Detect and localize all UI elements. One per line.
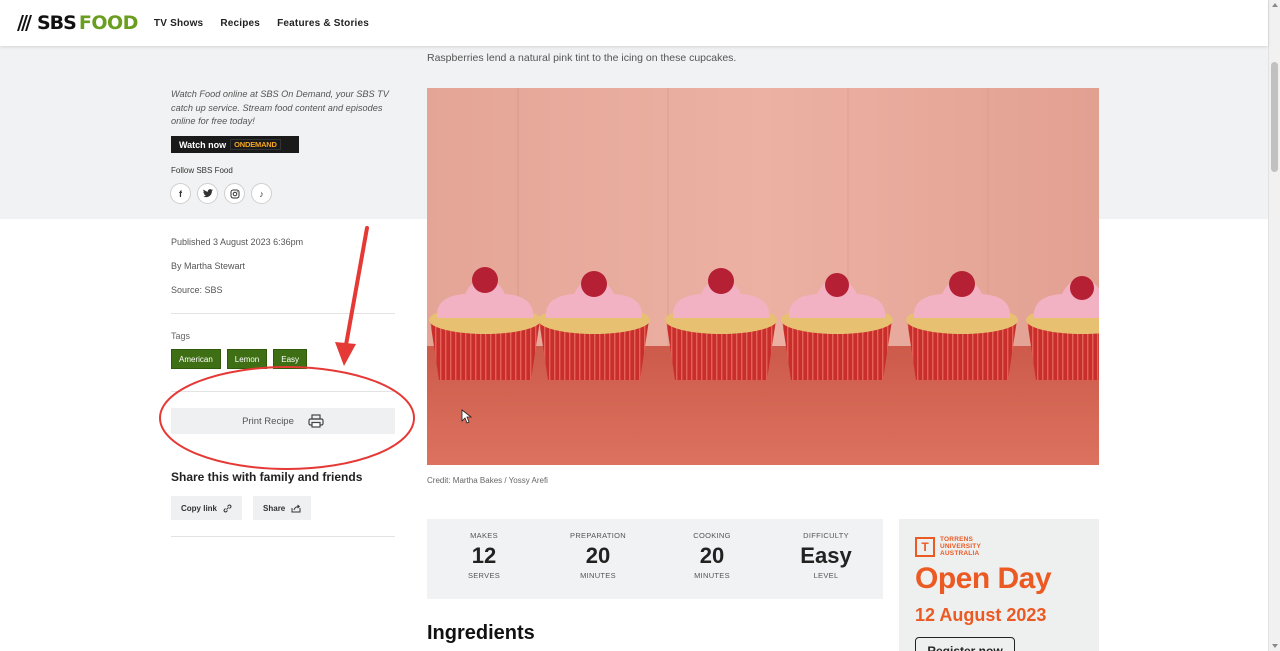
tag-lemon[interactable]: Lemon <box>226 349 268 369</box>
stat-preparation: PREPARATION 20 MINUTES <box>541 519 655 599</box>
scroll-up-arrow-icon[interactable] <box>1272 3 1278 7</box>
site-header: SBS FOOD TV Shows Recipes Features & Sto… <box>0 0 1268 46</box>
torrens-mark-icon: T <box>915 536 935 557</box>
cupcakes-photo <box>427 88 1099 465</box>
sbs-mercator-icon <box>17 15 32 31</box>
divider <box>171 313 395 314</box>
instagram-icon[interactable] <box>224 183 245 204</box>
share-icon <box>291 504 301 512</box>
copy-link-label: Copy link <box>181 503 218 513</box>
stat-value: Easy <box>800 543 852 568</box>
tiktok-icon[interactable]: ♪ <box>251 183 272 204</box>
stat-unit: SERVES <box>467 571 501 580</box>
scroll-thumb[interactable] <box>1271 62 1278 172</box>
ondemand-badge: ONDEMAND <box>230 139 281 150</box>
stat-label: COOKING <box>693 531 731 540</box>
page-scrollbar[interactable] <box>1268 0 1280 651</box>
logo-sbs-text: SBS <box>37 12 77 34</box>
register-now-button[interactable]: Register now <box>915 637 1015 651</box>
facebook-icon[interactable]: f <box>170 183 191 204</box>
stat-difficulty: DIFFICULTY Easy LEVEL <box>769 519 883 599</box>
stat-label: MAKES <box>470 531 498 540</box>
torrens-logo: T TORRENS UNIVERSITY AUSTRALIA <box>915 536 981 557</box>
sbs-food-logo[interactable]: SBS FOOD <box>16 11 138 35</box>
stat-label: PREPARATION <box>570 531 626 540</box>
share-heading: Share this with family and friends <box>171 470 363 484</box>
annotation-arrow-head-icon <box>335 342 356 366</box>
tag-american[interactable]: American <box>171 349 221 369</box>
divider <box>171 391 395 392</box>
image-credit: Credit: Martha Bakes / Yossy Arefi <box>427 476 548 485</box>
ad-date: 12 August 2023 <box>915 605 1047 625</box>
tag-list: American Lemon Easy <box>171 349 308 369</box>
divider <box>171 536 395 537</box>
stat-value: 20 <box>699 543 725 568</box>
printer-icon <box>308 414 324 428</box>
link-icon <box>223 504 232 512</box>
page: SBS FOOD TV Shows Recipes Features & Sto… <box>0 0 1280 651</box>
nav-tv-shows[interactable]: TV Shows <box>154 18 203 29</box>
copy-link-button[interactable]: Copy link <box>171 496 243 520</box>
stat-label: DIFFICULTY <box>803 531 849 540</box>
follow-label: Follow SBS Food <box>171 166 233 175</box>
ingredients-heading: Ingredients <box>427 622 535 644</box>
torrens-wordmark: TORRENS UNIVERSITY AUSTRALIA <box>940 536 982 557</box>
advertisement[interactable]: T TORRENS UNIVERSITY AUSTRALIA Open Day … <box>899 519 1099 651</box>
hero-image <box>427 88 1099 465</box>
nav-recipes[interactable]: Recipes <box>220 18 260 29</box>
print-recipe-label: Print Recipe <box>242 415 294 427</box>
source-line: Source: SBS <box>171 285 223 295</box>
scroll-down-arrow-icon[interactable] <box>1272 644 1278 648</box>
stat-unit: MINUTES <box>694 571 730 580</box>
nav-features-stories[interactable]: Features & Stories <box>277 18 369 29</box>
image-caption: Raspberries lend a natural pink tint to … <box>427 52 737 64</box>
share-button[interactable]: Share <box>253 496 312 520</box>
stat-value: 12 <box>471 543 497 568</box>
logo-food-text: FOOD <box>78 12 139 34</box>
main-nav: TV Shows Recipes Features & Stories <box>154 18 369 29</box>
stat-makes: MAKES 12 SERVES <box>427 519 541 599</box>
watch-now-label: Watch now <box>179 139 227 150</box>
twitter-icon[interactable] <box>197 183 218 204</box>
share-buttons: Copy link Share <box>171 496 312 520</box>
social-links: f ♪ <box>170 183 272 204</box>
annotation-arrow-shaft <box>344 226 369 347</box>
stat-value: 20 <box>585 543 611 568</box>
author-byline: By Martha Stewart <box>171 261 246 271</box>
on-demand-promo-text: Watch Food online at SBS On Demand, your… <box>171 89 389 126</box>
stat-cooking: COOKING 20 MINUTES <box>655 519 769 599</box>
stat-unit: MINUTES <box>580 571 616 580</box>
watch-now-button[interactable]: Watch now ONDEMAND <box>171 136 299 153</box>
recipe-stats: MAKES 12 SERVES PREPARATION 20 MINUTES C… <box>427 519 883 599</box>
ad-title: Open Day <box>915 562 1052 595</box>
share-label: Share <box>263 503 286 513</box>
print-recipe-button[interactable]: Print Recipe <box>171 408 395 434</box>
published-date: Published 3 August 2023 6:36pm <box>171 237 304 247</box>
tag-easy[interactable]: Easy <box>273 349 308 369</box>
tags-label: Tags <box>171 331 191 341</box>
stat-unit: LEVEL <box>813 571 839 580</box>
